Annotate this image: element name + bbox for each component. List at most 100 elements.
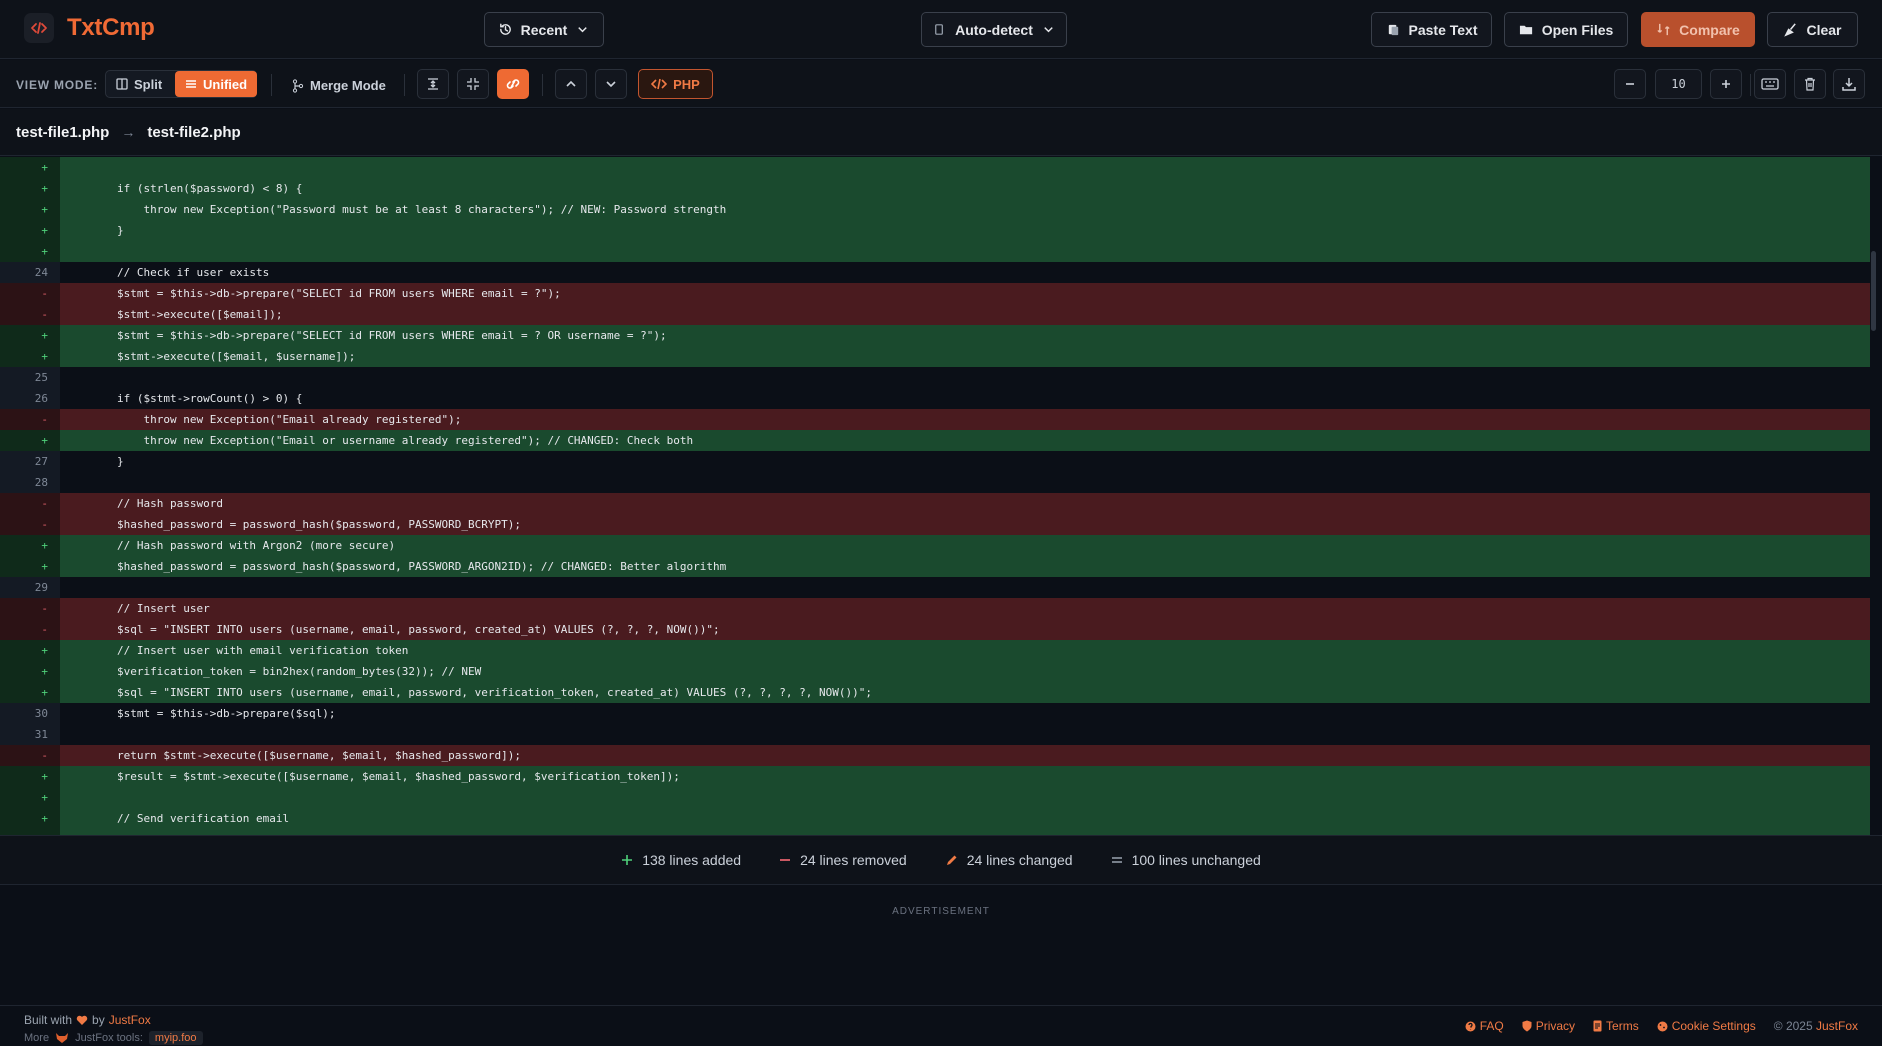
stat-changed: 24 lines changed bbox=[945, 852, 1073, 868]
paste-text-button[interactable]: Paste Text bbox=[1371, 12, 1492, 47]
line-code: $verification_token = bin2hex(random_byt… bbox=[60, 661, 1870, 682]
diff-line-add: + // Insert user with email verification… bbox=[0, 640, 1882, 661]
line-code: // Check if user exists bbox=[64, 266, 270, 279]
previous-change-button[interactable] bbox=[555, 69, 587, 99]
toolbar-divider bbox=[542, 74, 543, 96]
download-button[interactable] bbox=[1833, 69, 1865, 99]
line-number: - bbox=[0, 598, 60, 619]
line-code: if ($stmt->rowCount() > 0) { bbox=[64, 392, 303, 405]
merge-mode-label: Merge Mode bbox=[310, 78, 386, 93]
privacy-link[interactable]: Privacy bbox=[1522, 1019, 1575, 1033]
line-number: 31 bbox=[0, 724, 60, 745]
diff-line-add: + // Hash password with Argon2 (more sec… bbox=[0, 535, 1882, 556]
line-number: + bbox=[0, 661, 60, 682]
diff-line-ctx: 27 } bbox=[0, 451, 1882, 472]
line-number: - bbox=[0, 619, 60, 640]
increase-font-button[interactable] bbox=[1710, 69, 1742, 99]
delete-button[interactable] bbox=[1794, 69, 1826, 99]
unified-view-button[interactable]: Unified bbox=[175, 71, 258, 97]
footer: Built with by JustFox More JustFox tools… bbox=[0, 1005, 1882, 1046]
brand-name[interactable]: TxtCmp bbox=[67, 14, 155, 42]
author-link[interactable]: JustFox bbox=[109, 1013, 151, 1027]
diff-line-rem: - return $stmt->execute([$username, $ema… bbox=[0, 745, 1882, 766]
line-code bbox=[60, 787, 1870, 808]
diff-line-ctx: 29 bbox=[0, 577, 1882, 598]
merge-mode-button[interactable]: Merge Mode bbox=[292, 78, 386, 93]
link-icon bbox=[506, 79, 520, 89]
line-code: } bbox=[60, 220, 1870, 241]
faq-link[interactable]: FAQ bbox=[1465, 1019, 1504, 1033]
line-code bbox=[60, 472, 1870, 493]
file-path-bar: test-file1.php → test-file2.php bbox=[0, 109, 1882, 156]
line-number: 26 bbox=[0, 388, 60, 409]
question-icon bbox=[1465, 1021, 1476, 1031]
line-code: $stmt = $this->db->prepare("SELECT id FR… bbox=[60, 283, 1870, 304]
diff-line-add: + bbox=[0, 787, 1882, 808]
line-code: // Insert user bbox=[60, 598, 1870, 619]
paste-text-label: Paste Text bbox=[1408, 21, 1478, 38]
recent-button[interactable]: Recent bbox=[484, 12, 604, 47]
clear-button[interactable]: Clear bbox=[1767, 12, 1858, 47]
diff-scrollbar[interactable] bbox=[1871, 251, 1876, 331]
pencil-icon bbox=[946, 855, 957, 865]
plus-icon bbox=[622, 855, 633, 865]
copyright-owner[interactable]: JustFox bbox=[1816, 1019, 1858, 1033]
line-number: + bbox=[0, 808, 60, 829]
line-code: $stmt->execute([$email]); bbox=[60, 304, 1870, 325]
diff-stats: 138 lines added 24 lines removed 24 line… bbox=[0, 835, 1882, 885]
myip-link[interactable]: myip.foo bbox=[148, 1031, 203, 1045]
sync-scroll-button[interactable] bbox=[497, 69, 529, 99]
diff-line-add: + bbox=[0, 157, 1882, 178]
language-badge[interactable]: PHP bbox=[638, 69, 713, 99]
compare-button[interactable]: Compare bbox=[1641, 12, 1755, 47]
built-with: Built with by JustFox bbox=[24, 1013, 151, 1027]
toolbar-divider bbox=[1750, 74, 1751, 96]
faq-label: FAQ bbox=[1479, 1019, 1504, 1033]
line-number: + bbox=[0, 640, 60, 661]
diff-line-ctx: 26 if ($stmt->rowCount() > 0) { bbox=[0, 388, 1882, 409]
chevron-down-icon bbox=[578, 27, 588, 33]
diff-view[interactable]: + + if (strlen($password) < 8) {+ throw n… bbox=[0, 157, 1882, 835]
diff-line-rem: - // Hash password bbox=[0, 493, 1882, 514]
expand-all-button[interactable] bbox=[417, 69, 449, 99]
built-with-text: Built with bbox=[24, 1013, 73, 1027]
toolbar-divider bbox=[271, 74, 272, 96]
diff-line-add: + throw new Exception("Email or username… bbox=[0, 430, 1882, 451]
line-code: // Send verification email bbox=[60, 808, 1870, 829]
next-change-button[interactable] bbox=[595, 69, 627, 99]
collapse-button[interactable] bbox=[457, 69, 489, 99]
line-code: // Insert user with email verification t… bbox=[60, 640, 1870, 661]
split-label: Split bbox=[134, 76, 163, 92]
language-select[interactable]: Auto-detect bbox=[921, 12, 1067, 47]
whitespace-toggle-button[interactable] bbox=[1754, 69, 1786, 99]
open-files-button[interactable]: Open Files bbox=[1504, 12, 1628, 47]
clear-label: Clear bbox=[1806, 21, 1842, 38]
decrease-font-button[interactable] bbox=[1614, 69, 1646, 99]
diff-line-add: + $verification_token = bin2hex(random_b… bbox=[0, 661, 1882, 682]
split-view-button[interactable]: Split bbox=[106, 71, 172, 97]
copyright: © 2025 JustFox bbox=[1774, 1019, 1858, 1033]
diff-line-add: + throw new Exception("Password must be … bbox=[0, 199, 1882, 220]
line-code: if (strlen($password) < 8) { bbox=[60, 178, 1870, 199]
line-number: + bbox=[0, 430, 60, 451]
line-number: + bbox=[0, 682, 60, 703]
diff-line-ctx: 28 bbox=[0, 472, 1882, 493]
left-file-name: test-file1.php bbox=[16, 123, 110, 141]
line-code: throw new Exception("Email already regis… bbox=[60, 409, 1870, 430]
line-number: 29 bbox=[0, 577, 60, 598]
logo[interactable] bbox=[24, 13, 54, 43]
broom-icon bbox=[1784, 23, 1797, 37]
toolbar-divider bbox=[404, 74, 405, 96]
stat-removed: 24 lines removed bbox=[779, 852, 907, 868]
line-code: } bbox=[64, 455, 124, 468]
code-file-icon bbox=[935, 24, 944, 35]
diff-line-add: + } bbox=[0, 220, 1882, 241]
line-code: $result = $stmt->execute([$username, $em… bbox=[60, 766, 1870, 787]
line-code: $stmt = $this->db->prepare("SELECT id FR… bbox=[60, 325, 1870, 346]
line-number: + bbox=[0, 535, 60, 556]
arrow-right-icon: → bbox=[121, 124, 136, 140]
terms-link[interactable]: Terms bbox=[1593, 1019, 1639, 1033]
cookie-settings-link[interactable]: Cookie Settings bbox=[1657, 1019, 1756, 1033]
line-code: throw new Exception("Password must be at… bbox=[60, 199, 1870, 220]
font-size-input[interactable]: 10 bbox=[1655, 69, 1702, 99]
